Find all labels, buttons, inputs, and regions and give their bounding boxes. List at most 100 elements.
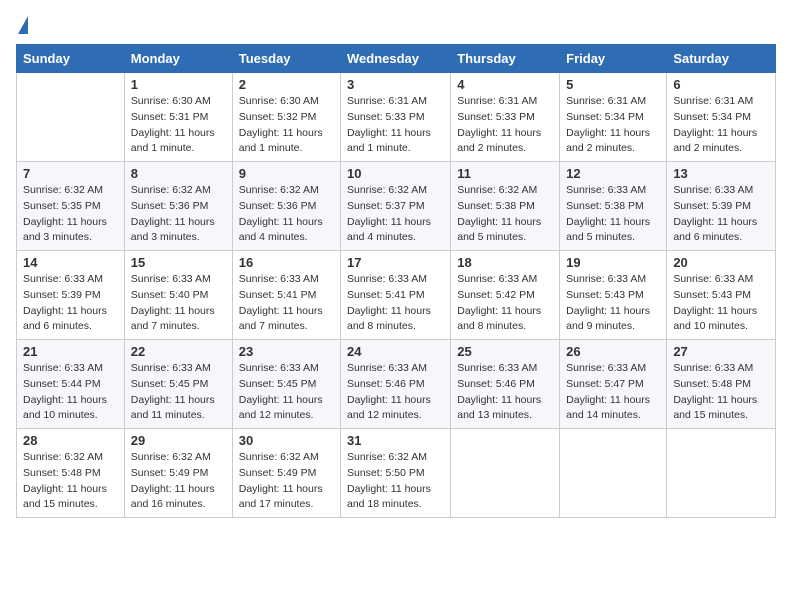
day-info: Sunrise: 6:33 AMSunset: 5:47 PMDaylight:… — [566, 361, 660, 424]
day-cell — [560, 429, 667, 518]
day-cell: 30 Sunrise: 6:32 AMSunset: 5:49 PMDayligh… — [232, 429, 340, 518]
weekday-header-friday: Friday — [560, 45, 667, 73]
day-number: 15 — [131, 255, 226, 270]
week-row-1: 1 Sunrise: 6:30 AMSunset: 5:31 PMDaylight… — [17, 73, 776, 162]
day-number: 21 — [23, 344, 118, 359]
day-cell — [451, 429, 560, 518]
day-info: Sunrise: 6:33 AMSunset: 5:48 PMDaylight:… — [673, 361, 769, 424]
day-number: 4 — [457, 77, 553, 92]
weekday-header-tuesday: Tuesday — [232, 45, 340, 73]
day-cell: 13 Sunrise: 6:33 AMSunset: 5:39 PMDayligh… — [667, 162, 776, 251]
day-cell: 5Sunrise: 6:31 AMSunset: 5:34 PMDaylight… — [560, 73, 667, 162]
day-cell: 7 Sunrise: 6:32 AMSunset: 5:35 PMDaylight… — [17, 162, 125, 251]
day-number: 3 — [347, 77, 444, 92]
logo-triangle-icon — [18, 16, 28, 34]
day-number: 8 — [131, 166, 226, 181]
day-cell: 19 Sunrise: 6:33 AMSunset: 5:43 PMDayligh… — [560, 251, 667, 340]
weekday-header-monday: Monday — [124, 45, 232, 73]
day-number: 26 — [566, 344, 660, 359]
day-number: 12 — [566, 166, 660, 181]
day-info: Sunrise: 6:32 AMSunset: 5:36 PMDaylight:… — [131, 183, 226, 246]
day-info: Sunrise: 6:32 AMSunset: 5:49 PMDaylight:… — [131, 450, 226, 513]
day-cell: 25 Sunrise: 6:33 AMSunset: 5:46 PMDayligh… — [451, 340, 560, 429]
day-info: Sunrise: 6:32 AMSunset: 5:48 PMDaylight:… — [23, 450, 118, 513]
day-cell: 20 Sunrise: 6:33 AMSunset: 5:43 PMDayligh… — [667, 251, 776, 340]
week-row-5: 28 Sunrise: 6:32 AMSunset: 5:48 PMDayligh… — [17, 429, 776, 518]
day-number: 1 — [131, 77, 226, 92]
day-info: Sunrise: 6:33 AMSunset: 5:46 PMDaylight:… — [347, 361, 444, 424]
day-cell: 23 Sunrise: 6:33 AMSunset: 5:45 PMDayligh… — [232, 340, 340, 429]
day-cell: 31Sunrise: 6:32 AMSunset: 5:50 PMDayligh… — [341, 429, 451, 518]
day-number: 29 — [131, 433, 226, 448]
day-info: Sunrise: 6:32 AMSunset: 5:35 PMDaylight:… — [23, 183, 118, 246]
day-cell — [17, 73, 125, 162]
day-cell: 26 Sunrise: 6:33 AMSunset: 5:47 PMDayligh… — [560, 340, 667, 429]
day-number: 5 — [566, 77, 660, 92]
day-number: 17 — [347, 255, 444, 270]
day-cell: 17Sunrise: 6:33 AMSunset: 5:41 PMDayligh… — [341, 251, 451, 340]
day-cell: 4 Sunrise: 6:31 AMSunset: 5:33 PMDaylight… — [451, 73, 560, 162]
day-info: Sunrise: 6:30 AMSunset: 5:31 PMDaylight:… — [131, 94, 226, 157]
day-info: Sunrise: 6:33 AMSunset: 5:42 PMDaylight:… — [457, 272, 553, 335]
day-info: Sunrise: 6:33 AMSunset: 5:38 PMDaylight:… — [566, 183, 660, 246]
weekday-header-sunday: Sunday — [17, 45, 125, 73]
weekday-header-saturday: Saturday — [667, 45, 776, 73]
day-number: 28 — [23, 433, 118, 448]
day-number: 20 — [673, 255, 769, 270]
day-cell: 28 Sunrise: 6:32 AMSunset: 5:48 PMDayligh… — [17, 429, 125, 518]
weekday-header-row: SundayMondayTuesdayWednesdayThursdayFrid… — [17, 45, 776, 73]
day-cell: 11 Sunrise: 6:32 AMSunset: 5:38 PMDayligh… — [451, 162, 560, 251]
calendar-table: SundayMondayTuesdayWednesdayThursdayFrid… — [16, 44, 776, 518]
day-cell: 10 Sunrise: 6:32 AMSunset: 5:37 PMDayligh… — [341, 162, 451, 251]
day-info: Sunrise: 6:33 AMSunset: 5:46 PMDaylight:… — [457, 361, 553, 424]
day-number: 27 — [673, 344, 769, 359]
day-info: Sunrise: 6:32 AMSunset: 5:37 PMDaylight:… — [347, 183, 444, 246]
day-info: Sunrise: 6:33 AMSunset: 5:45 PMDaylight:… — [239, 361, 334, 424]
day-cell: 22 Sunrise: 6:33 AMSunset: 5:45 PMDayligh… — [124, 340, 232, 429]
day-number: 14 — [23, 255, 118, 270]
day-info: Sunrise: 6:33 AMSunset: 5:39 PMDaylight:… — [23, 272, 118, 335]
page-header — [16, 16, 776, 36]
day-cell: 2 Sunrise: 6:30 AMSunset: 5:32 PMDaylight… — [232, 73, 340, 162]
week-row-2: 7 Sunrise: 6:32 AMSunset: 5:35 PMDaylight… — [17, 162, 776, 251]
weekday-header-thursday: Thursday — [451, 45, 560, 73]
day-info: Sunrise: 6:33 AMSunset: 5:40 PMDaylight:… — [131, 272, 226, 335]
day-cell: 21Sunrise: 6:33 AMSunset: 5:44 PMDayligh… — [17, 340, 125, 429]
day-number: 22 — [131, 344, 226, 359]
day-info: Sunrise: 6:32 AMSunset: 5:38 PMDaylight:… — [457, 183, 553, 246]
day-number: 25 — [457, 344, 553, 359]
day-cell: 15 Sunrise: 6:33 AMSunset: 5:40 PMDayligh… — [124, 251, 232, 340]
day-number: 7 — [23, 166, 118, 181]
day-cell: 3 Sunrise: 6:31 AMSunset: 5:33 PMDaylight… — [341, 73, 451, 162]
week-row-4: 21Sunrise: 6:33 AMSunset: 5:44 PMDayligh… — [17, 340, 776, 429]
day-number: 24 — [347, 344, 444, 359]
day-number: 19 — [566, 255, 660, 270]
day-info: Sunrise: 6:31 AMSunset: 5:33 PMDaylight:… — [457, 94, 553, 157]
day-info: Sunrise: 6:33 AMSunset: 5:43 PMDaylight:… — [566, 272, 660, 335]
logo — [16, 16, 28, 36]
day-info: Sunrise: 6:33 AMSunset: 5:43 PMDaylight:… — [673, 272, 769, 335]
day-number: 9 — [239, 166, 334, 181]
day-number: 30 — [239, 433, 334, 448]
day-cell: 12 Sunrise: 6:33 AMSunset: 5:38 PMDayligh… — [560, 162, 667, 251]
day-info: Sunrise: 6:31 AMSunset: 5:34 PMDaylight:… — [673, 94, 769, 157]
day-cell: 16Sunrise: 6:33 AMSunset: 5:41 PMDayligh… — [232, 251, 340, 340]
day-number: 10 — [347, 166, 444, 181]
day-cell: 8 Sunrise: 6:32 AMSunset: 5:36 PMDaylight… — [124, 162, 232, 251]
week-row-3: 14 Sunrise: 6:33 AMSunset: 5:39 PMDayligh… — [17, 251, 776, 340]
day-info: Sunrise: 6:33 AMSunset: 5:39 PMDaylight:… — [673, 183, 769, 246]
day-cell: 27 Sunrise: 6:33 AMSunset: 5:48 PMDayligh… — [667, 340, 776, 429]
day-number: 23 — [239, 344, 334, 359]
day-info: Sunrise: 6:30 AMSunset: 5:32 PMDaylight:… — [239, 94, 334, 157]
day-cell: 9Sunrise: 6:32 AMSunset: 5:36 PMDaylight… — [232, 162, 340, 251]
day-info: Sunrise: 6:33 AMSunset: 5:45 PMDaylight:… — [131, 361, 226, 424]
day-info: Sunrise: 6:32 AMSunset: 5:49 PMDaylight:… — [239, 450, 334, 513]
day-info: Sunrise: 6:31 AMSunset: 5:33 PMDaylight:… — [347, 94, 444, 157]
day-cell: 18Sunrise: 6:33 AMSunset: 5:42 PMDayligh… — [451, 251, 560, 340]
day-cell: 29 Sunrise: 6:32 AMSunset: 5:49 PMDayligh… — [124, 429, 232, 518]
day-number: 11 — [457, 166, 553, 181]
day-number: 13 — [673, 166, 769, 181]
day-number: 2 — [239, 77, 334, 92]
day-number: 16 — [239, 255, 334, 270]
weekday-header-wednesday: Wednesday — [341, 45, 451, 73]
